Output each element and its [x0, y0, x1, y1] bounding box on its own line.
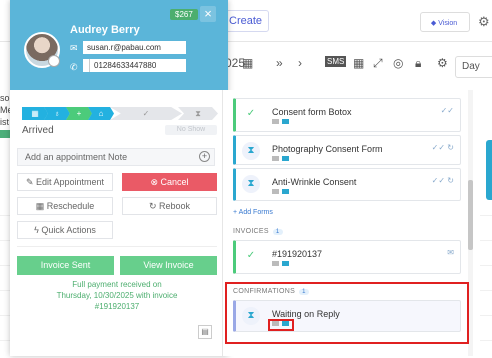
support-icon[interactable]: ◎ — [393, 56, 403, 70]
check-icon: ✓ — [246, 250, 256, 261]
view-select[interactable]: Day — [455, 56, 492, 78]
hourglass-icon: ⧗ — [242, 175, 260, 193]
divider — [17, 246, 217, 247]
form-card[interactable]: ⧗ Anti-Wrinkle Consent ✓✓ ↻ — [233, 168, 461, 201]
status-tracker: ▦ ♁ + ⌂ ✓ ⧗ — [22, 107, 218, 120]
sms-icon[interactable]: SMS — [325, 56, 347, 67]
step-home-icon[interactable]: ⌂ — [88, 107, 114, 120]
expand-icon[interactable]: ⤢ — [373, 56, 383, 71]
phone-country-code[interactable] — [83, 59, 90, 72]
quick-actions-button[interactable]: ϟ Quick Actions — [17, 221, 113, 239]
appointment-note-input[interactable]: Add an appointment Note + — [17, 148, 215, 166]
step-pending-icon[interactable]: ⧗ — [178, 107, 218, 120]
no-show-button[interactable]: No Show — [165, 125, 217, 135]
fast-forward-icon[interactable]: » — [276, 56, 283, 70]
background-right-tab — [486, 140, 492, 200]
channel-icons-highlight — [268, 319, 294, 331]
calendar-check-icon[interactable]: ▦ — [353, 56, 364, 70]
form-card[interactable]: ⧗ Photography Consent Form ✓✓ ↻ — [233, 135, 461, 165]
confirmations-highlight — [225, 282, 469, 344]
avatar-status-icon — [48, 55, 60, 67]
view-invoice-button[interactable]: View Invoice — [120, 256, 217, 275]
forms-panel: ✓ Consent form Botox ✓✓ ⧗ Photography Co… — [222, 90, 480, 356]
appointment-panel: $267 × Audrey Berry ✉ susan.r@pabau.com … — [10, 0, 228, 356]
rebook-button[interactable]: ↻ Rebook — [122, 197, 217, 215]
check-icon: ✓ — [246, 108, 256, 119]
status-label: Arrived — [22, 125, 54, 136]
phone-field[interactable]: 01284633447880 — [90, 59, 186, 72]
step-complete-icon[interactable]: ✓ — [110, 107, 182, 120]
hourglass-icon: ⧗ — [242, 142, 260, 160]
step-booked-icon[interactable]: ▦ — [22, 107, 48, 120]
form-channels — [272, 119, 292, 126]
step-arrived-icon[interactable]: + — [66, 107, 92, 120]
invoice-channels — [272, 261, 292, 268]
email-icon: ✉ — [447, 248, 454, 257]
calendar-icon[interactable]: ▦ — [242, 56, 253, 70]
form-channels — [272, 189, 292, 196]
scrollbar-thumb[interactable] — [468, 180, 473, 250]
invoice-sent-button[interactable]: Invoice Sent — [17, 256, 114, 275]
form-title: Anti-Wrinkle Consent — [272, 177, 357, 187]
background-left-text: so Me ist — [0, 93, 13, 127]
invoice-card[interactable]: ✓ #191920137 ✉ — [233, 240, 461, 274]
create-button[interactable]: Create — [222, 10, 270, 32]
resend-icon[interactable]: ✓✓ ↻ — [432, 176, 454, 185]
client-header: $267 × Audrey Berry ✉ susan.r@pabau.com … — [10, 0, 228, 90]
email-field[interactable]: susan.r@pabau.com — [83, 41, 186, 54]
settings-icon[interactable]: ⚙ — [437, 56, 448, 70]
close-icon[interactable]: × — [200, 6, 216, 22]
resend-icon[interactable]: ✓✓ ↻ — [432, 143, 454, 152]
vision-button[interactable]: ◆ Vision — [420, 12, 470, 32]
form-title: Consent form Botox — [272, 107, 352, 117]
form-channels — [272, 156, 292, 163]
cancel-button[interactable]: ⊗ Cancel — [122, 173, 217, 191]
calendar-toolbar: 025 ▦ » › SMS ▦ ⤢ ◎ 🔒︎ ⚙ — [210, 52, 492, 80]
invoice-number: #191920137 — [272, 249, 323, 259]
print-icon[interactable]: ▤ — [198, 325, 212, 339]
price-badge: $267 — [170, 9, 198, 20]
add-note-icon[interactable]: + — [199, 151, 210, 162]
form-title: Photography Consent Form — [272, 144, 383, 154]
invoices-section-label: INVOICES 1 — [233, 228, 283, 235]
form-card[interactable]: ✓ Consent form Botox ✓✓ — [233, 98, 461, 132]
vision-icon: ◆ — [430, 20, 437, 27]
payment-status: Full payment received on Thursday, 10/30… — [56, 280, 178, 311]
next-icon[interactable]: › — [298, 56, 302, 70]
add-forms-link[interactable]: + Add Forms — [233, 209, 273, 216]
reschedule-button[interactable]: ▦ Reschedule — [17, 197, 113, 215]
email-icon: ✉ — [70, 43, 78, 53]
calendar-settings-icon[interactable]: ⚙ — [478, 14, 490, 30]
phone-icon: ✆ — [70, 62, 78, 72]
edit-appointment-button[interactable]: ✎ Edit Appointment — [17, 173, 113, 191]
double-check-icon: ✓✓ — [440, 106, 454, 115]
invoices-count-badge: 1 — [272, 229, 283, 235]
client-name[interactable]: Audrey Berry — [70, 24, 140, 36]
background-appointment-block — [0, 130, 10, 138]
step-confirmed-icon[interactable]: ♁ — [44, 107, 70, 120]
lock-icon[interactable]: 🔒︎ — [415, 56, 421, 71]
